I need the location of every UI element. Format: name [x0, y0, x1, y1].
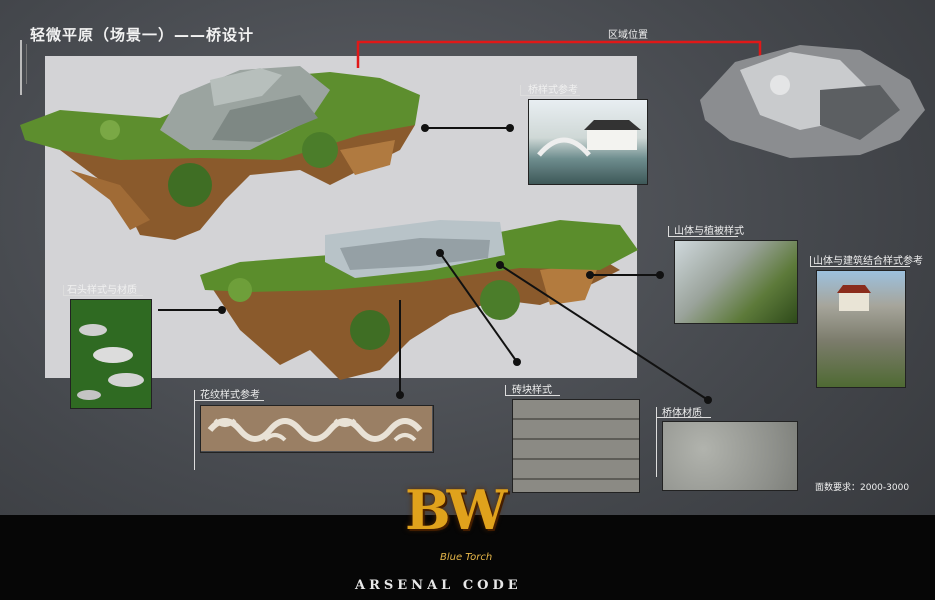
bridge-ref-rule [520, 95, 580, 96]
arsenal-code-text: ARSENAL CODE [355, 578, 522, 593]
pattern-tick [194, 390, 195, 470]
mountain-building-label: 山体与建筑结合样式参考 [813, 256, 923, 267]
brick-tick [505, 385, 506, 395]
blue-torch-logo-text: Blue Torch [440, 552, 493, 563]
mountain-plant-photo [674, 240, 798, 324]
mountain-plant-tick [668, 226, 669, 236]
stone-tick [63, 285, 64, 295]
brick-reference-photo [512, 399, 640, 493]
pattern-label: 花纹样式参考 [200, 390, 260, 401]
lower-island [200, 220, 638, 380]
bridge-ref-label: 桥样式参考 [528, 85, 578, 96]
region-minimap [700, 45, 925, 158]
face-count-note: 面数要求：2000-3000 [815, 483, 910, 493]
bridge-material-photo [662, 421, 798, 491]
stone-rule [63, 295, 143, 296]
stone-reference-photo [70, 299, 152, 409]
bridge-material-rule [656, 417, 711, 418]
mountain-plant-label: 山体与植被样式 [674, 226, 744, 237]
mountain-building-tick [810, 256, 811, 266]
brick-label: 砖块样式 [512, 385, 552, 396]
pattern-reference-photo [200, 405, 434, 453]
bridge-reference-photo [528, 99, 648, 185]
mountain-plant-rule [668, 236, 738, 237]
mountain-building-photo [816, 270, 906, 388]
mountain-building-rule [810, 266, 910, 267]
bridge-material-tick [656, 407, 657, 477]
bridge-ref-tick [520, 85, 521, 95]
pattern-rule [194, 400, 264, 401]
region-label: 区域位置 [608, 30, 648, 41]
upper-island [20, 66, 420, 240]
stone-label: 石头样式与材质 [67, 285, 137, 296]
brick-rule [505, 395, 560, 396]
bw-logo: BW [405, 478, 507, 542]
